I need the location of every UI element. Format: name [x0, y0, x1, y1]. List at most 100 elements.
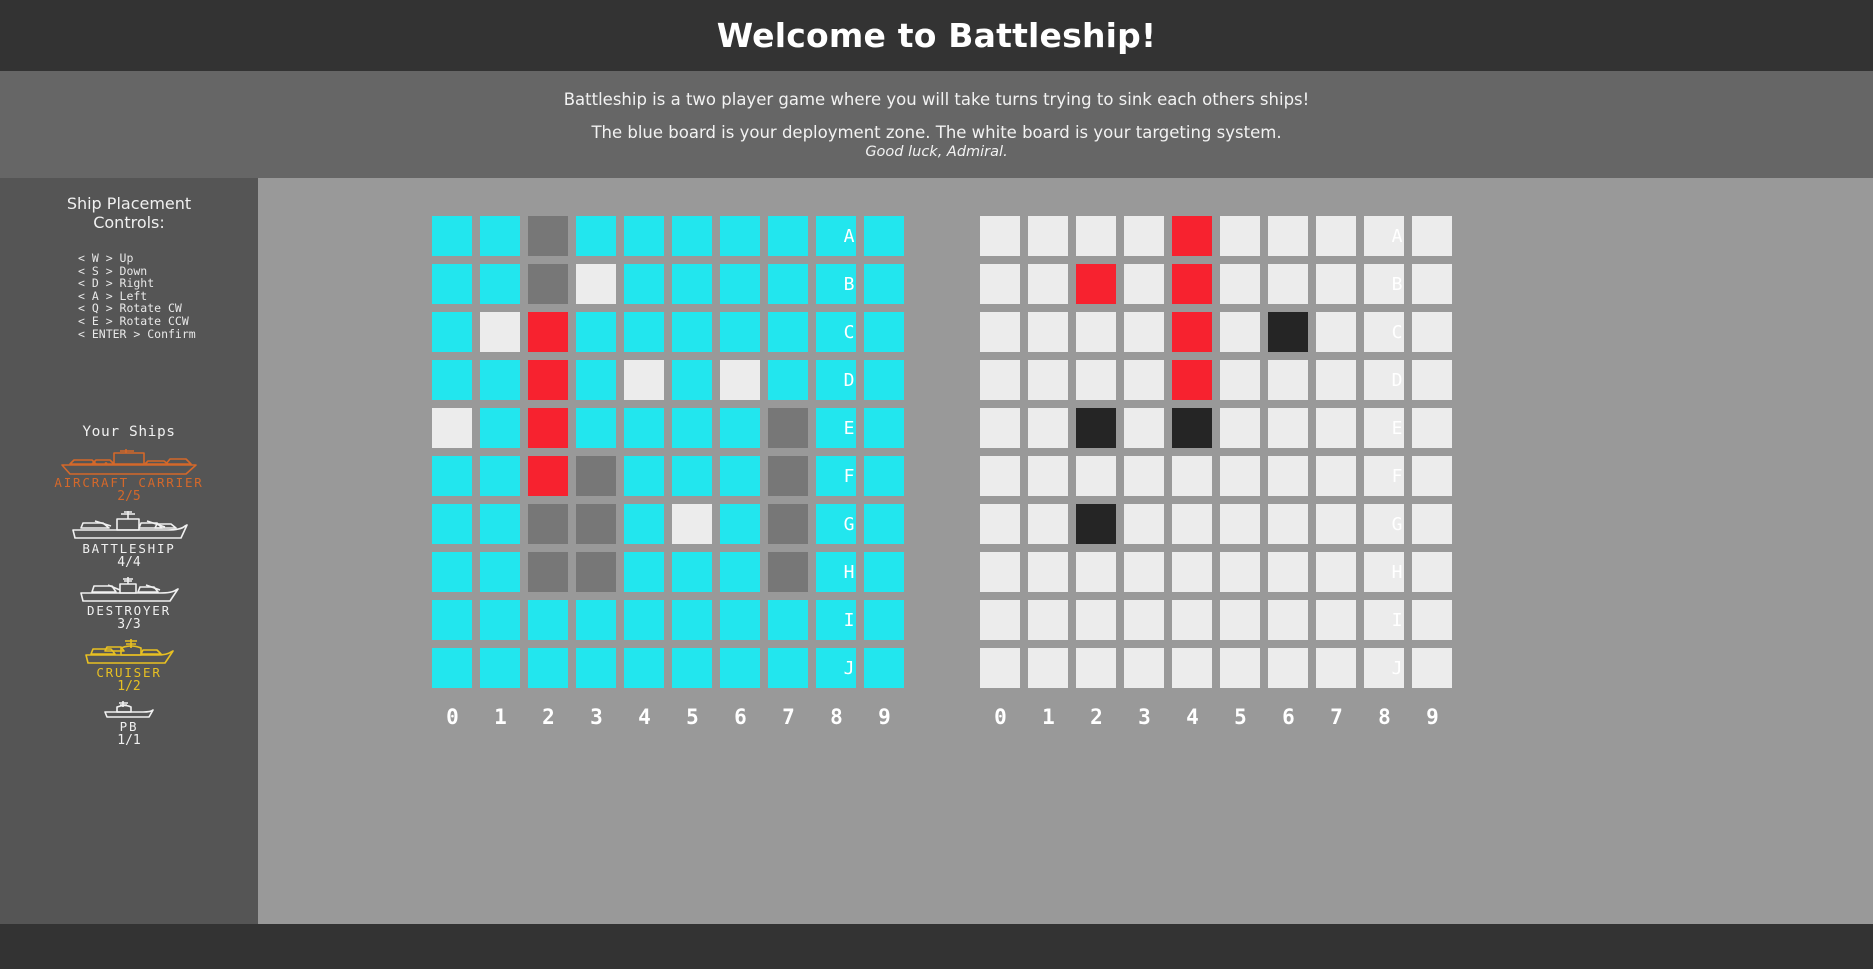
cell-I3[interactable]	[576, 600, 616, 640]
cell-I4[interactable]	[1172, 600, 1212, 640]
cell-D3[interactable]	[576, 360, 616, 400]
cell-B9[interactable]	[864, 264, 904, 304]
cell-I7[interactable]	[768, 600, 808, 640]
cell-E4[interactable]	[624, 408, 664, 448]
cell-C6[interactable]	[720, 312, 760, 352]
cell-H2[interactable]	[1076, 552, 1116, 592]
cell-F3[interactable]	[1124, 456, 1164, 496]
cell-F7[interactable]	[768, 456, 808, 496]
ship-entry-cruiser[interactable]: CRUISER 1/2	[0, 638, 258, 694]
cell-A2[interactable]	[528, 216, 568, 256]
ship-entry-destroyer[interactable]: DESTROYER 3/3	[0, 576, 258, 632]
cell-H4[interactable]	[624, 552, 664, 592]
cell-G3[interactable]	[576, 504, 616, 544]
cell-B0[interactable]	[432, 264, 472, 304]
cell-B5[interactable]	[672, 264, 712, 304]
cell-F7[interactable]	[1316, 456, 1356, 496]
cell-J4[interactable]	[1172, 648, 1212, 688]
cell-A6[interactable]	[720, 216, 760, 256]
cell-C5[interactable]	[672, 312, 712, 352]
cell-J5[interactable]	[672, 648, 712, 688]
cell-H6[interactable]	[1268, 552, 1308, 592]
cell-E4[interactable]	[1172, 408, 1212, 448]
cell-A0[interactable]	[980, 216, 1020, 256]
cell-E9[interactable]	[864, 408, 904, 448]
cell-A5[interactable]	[1220, 216, 1260, 256]
cell-C4[interactable]	[1172, 312, 1212, 352]
cell-H4[interactable]	[1172, 552, 1212, 592]
cell-C9[interactable]	[1412, 312, 1452, 352]
cell-D7[interactable]	[1316, 360, 1356, 400]
cell-I2[interactable]	[528, 600, 568, 640]
cell-B9[interactable]	[1412, 264, 1452, 304]
cell-D1[interactable]	[1028, 360, 1068, 400]
cell-H7[interactable]	[1316, 552, 1356, 592]
cell-G7[interactable]	[1316, 504, 1356, 544]
cell-D6[interactable]	[720, 360, 760, 400]
cell-D9[interactable]	[1412, 360, 1452, 400]
cell-I7[interactable]	[1316, 600, 1356, 640]
cell-E6[interactable]	[1268, 408, 1308, 448]
cell-A4[interactable]	[624, 216, 664, 256]
cell-I2[interactable]	[1076, 600, 1116, 640]
cell-B2[interactable]	[528, 264, 568, 304]
cell-D1[interactable]	[480, 360, 520, 400]
cell-J3[interactable]	[1124, 648, 1164, 688]
cell-F9[interactable]	[864, 456, 904, 496]
cell-C7[interactable]	[1316, 312, 1356, 352]
cell-B4[interactable]	[624, 264, 664, 304]
cell-H9[interactable]	[864, 552, 904, 592]
cell-J3[interactable]	[576, 648, 616, 688]
cell-C7[interactable]	[768, 312, 808, 352]
cell-B3[interactable]	[576, 264, 616, 304]
cell-B0[interactable]	[980, 264, 1020, 304]
cell-I4[interactable]	[624, 600, 664, 640]
cell-J2[interactable]	[528, 648, 568, 688]
cell-J4[interactable]	[624, 648, 664, 688]
cell-G2[interactable]	[1076, 504, 1116, 544]
cell-F0[interactable]	[432, 456, 472, 496]
cell-B1[interactable]	[480, 264, 520, 304]
cell-A2[interactable]	[1076, 216, 1116, 256]
cell-G6[interactable]	[1268, 504, 1308, 544]
cell-A7[interactable]	[768, 216, 808, 256]
cell-H7[interactable]	[768, 552, 808, 592]
cell-D0[interactable]	[432, 360, 472, 400]
cell-D2[interactable]	[1076, 360, 1116, 400]
cell-F1[interactable]	[1028, 456, 1068, 496]
cell-H0[interactable]	[432, 552, 472, 592]
cell-I1[interactable]	[480, 600, 520, 640]
cell-B4[interactable]	[1172, 264, 1212, 304]
cell-J7[interactable]	[768, 648, 808, 688]
cell-I1[interactable]	[1028, 600, 1068, 640]
cell-J1[interactable]	[480, 648, 520, 688]
cell-G9[interactable]	[864, 504, 904, 544]
cell-E7[interactable]	[768, 408, 808, 448]
cell-I3[interactable]	[1124, 600, 1164, 640]
cell-D0[interactable]	[980, 360, 1020, 400]
cell-G5[interactable]	[672, 504, 712, 544]
ship-entry-battleship[interactable]: BATTLESHIP 4/4	[0, 510, 258, 570]
cell-B7[interactable]	[768, 264, 808, 304]
cell-F3[interactable]	[576, 456, 616, 496]
cell-A3[interactable]	[1124, 216, 1164, 256]
cell-F6[interactable]	[1268, 456, 1308, 496]
cell-F4[interactable]	[1172, 456, 1212, 496]
cell-C2[interactable]	[528, 312, 568, 352]
cell-D2[interactable]	[528, 360, 568, 400]
cell-G4[interactable]	[624, 504, 664, 544]
cell-C9[interactable]	[864, 312, 904, 352]
cell-F6[interactable]	[720, 456, 760, 496]
cell-E3[interactable]	[576, 408, 616, 448]
cell-D7[interactable]	[768, 360, 808, 400]
cell-J5[interactable]	[1220, 648, 1260, 688]
cell-H2[interactable]	[528, 552, 568, 592]
deployment-board[interactable]	[432, 216, 904, 688]
cell-D5[interactable]	[1220, 360, 1260, 400]
cell-D5[interactable]	[672, 360, 712, 400]
cell-H1[interactable]	[1028, 552, 1068, 592]
cell-F2[interactable]	[1076, 456, 1116, 496]
cell-E2[interactable]	[1076, 408, 1116, 448]
cell-I6[interactable]	[1268, 600, 1308, 640]
cell-J9[interactable]	[864, 648, 904, 688]
